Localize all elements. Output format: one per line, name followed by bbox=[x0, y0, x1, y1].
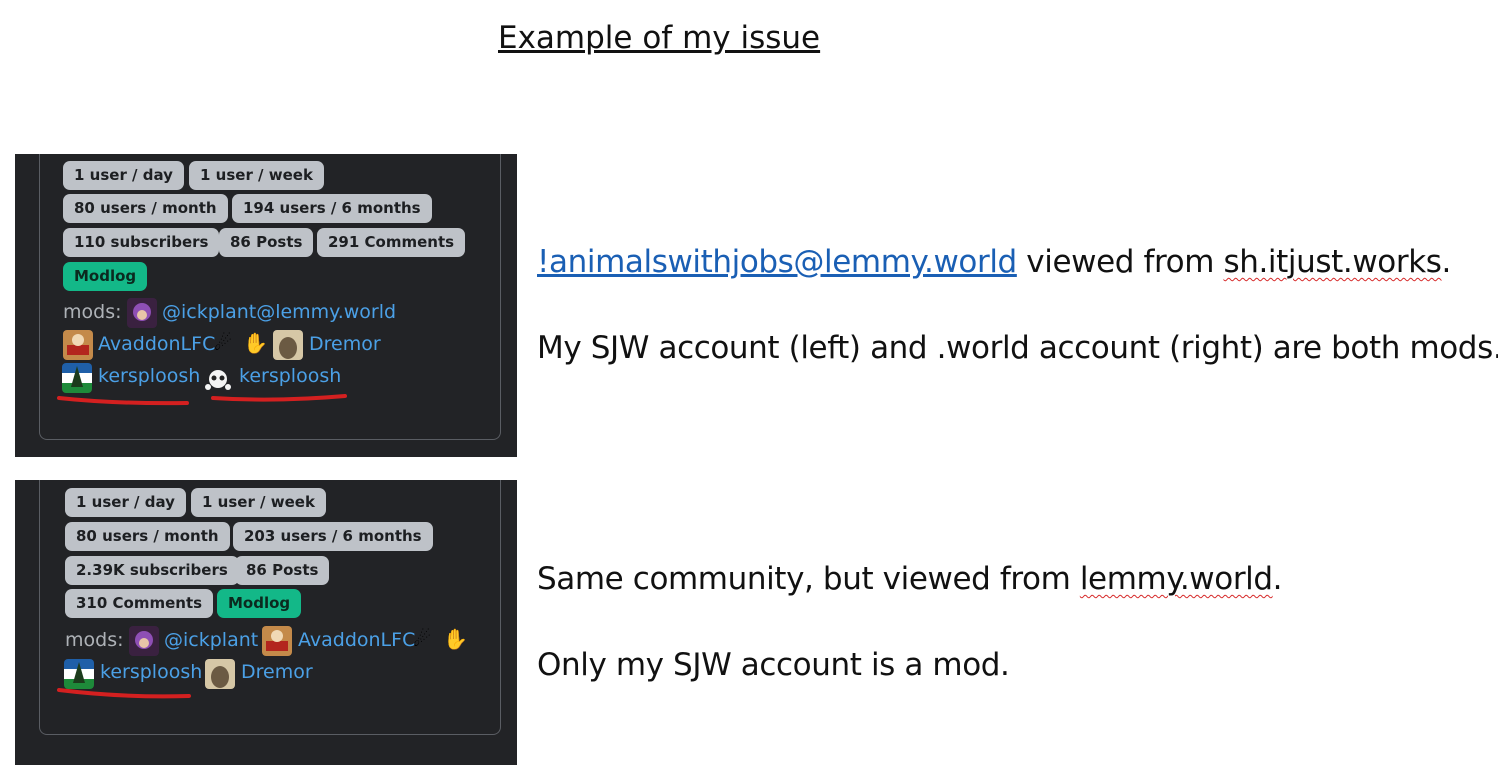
badge-posts: 86 Posts bbox=[235, 556, 330, 585]
cascadia-flag-icon bbox=[62, 363, 92, 393]
screenshot-panel-world: 1 user / day 1 user / week 80 users / mo… bbox=[15, 480, 517, 765]
instance-name: lemmy.world bbox=[1079, 561, 1273, 597]
badge-users-month: 80 users / month bbox=[63, 194, 228, 223]
mods-label: mods: bbox=[63, 301, 122, 323]
badge-comments: 310 Comments bbox=[65, 589, 214, 618]
badge-users-month: 80 users / month bbox=[65, 522, 230, 551]
badge-users-week: 1 user / week bbox=[189, 161, 324, 190]
instance-name: sh.itjust.works bbox=[1223, 244, 1442, 280]
avatar-ickplant bbox=[129, 626, 159, 656]
mod-link-dremor[interactable]: Dremor bbox=[309, 333, 381, 355]
comet-icon: ☄ bbox=[413, 629, 431, 651]
caption-line-3: Same community, but viewed from lemmy.wo… bbox=[537, 561, 1283, 597]
red-underline-annotation bbox=[57, 688, 191, 699]
rock-hand-icon: ✋ bbox=[443, 629, 468, 651]
mod-link-kersploosh-world[interactable]: kersploosh bbox=[239, 365, 341, 387]
caption-line-4: Only my SJW account is a mod. bbox=[537, 647, 1010, 683]
mod-link-ickplant[interactable]: @ickplant bbox=[164, 629, 258, 651]
badge-users-week: 1 user / week bbox=[191, 488, 326, 517]
mod-link-avaddonlfc[interactable]: AvaddonLFC bbox=[298, 629, 415, 651]
badge-subscribers: 110 subscribers bbox=[63, 228, 220, 257]
caption-line-1: !animalswithjobs@lemmy.world viewed from… bbox=[537, 244, 1451, 280]
modlog-button[interactable]: Modlog bbox=[63, 262, 148, 291]
mod-link-kersploosh-sjw[interactable]: kersploosh bbox=[98, 365, 200, 387]
red-underline-annotations bbox=[57, 394, 347, 406]
screenshot-panel-sjw: 1 user / day 1 user / week 80 users / mo… bbox=[15, 154, 517, 457]
caption-line-2: My SJW account (left) and .world account… bbox=[537, 330, 1498, 366]
badge-users-day: 1 user / day bbox=[63, 161, 184, 190]
badge-posts: 86 Posts bbox=[219, 228, 314, 257]
avatar-ickplant bbox=[127, 298, 157, 328]
badge-users-day: 1 user / day bbox=[65, 488, 186, 517]
rock-hand-icon: ✋ bbox=[243, 333, 268, 355]
mod-link-kersploosh-sjw[interactable]: kersploosh bbox=[100, 661, 202, 683]
mod-link-ickplant[interactable]: @ickplant@lemmy.world bbox=[162, 301, 396, 323]
avatar-avaddonlfc bbox=[63, 330, 93, 360]
comet-icon: ☄ bbox=[214, 333, 232, 355]
badge-subscribers: 2.39K subscribers bbox=[65, 556, 239, 585]
mod-link-dremor[interactable]: Dremor bbox=[241, 661, 313, 683]
mod-link-avaddonlfc[interactable]: AvaddonLFC bbox=[98, 333, 215, 355]
mods-label: mods: bbox=[65, 629, 124, 651]
badge-users-6-months: 194 users / 6 months bbox=[232, 194, 432, 223]
badge-comments: 291 Comments bbox=[317, 228, 466, 257]
community-link[interactable]: !animalswithjobs@lemmy.world bbox=[537, 244, 1017, 280]
page-title: Example of my issue bbox=[498, 20, 821, 56]
badge-users-6-months: 203 users / 6 months bbox=[233, 522, 433, 551]
modlog-button[interactable]: Modlog bbox=[217, 589, 302, 618]
avatar-dremor bbox=[273, 330, 303, 360]
avatar-avaddonlfc bbox=[262, 626, 292, 656]
